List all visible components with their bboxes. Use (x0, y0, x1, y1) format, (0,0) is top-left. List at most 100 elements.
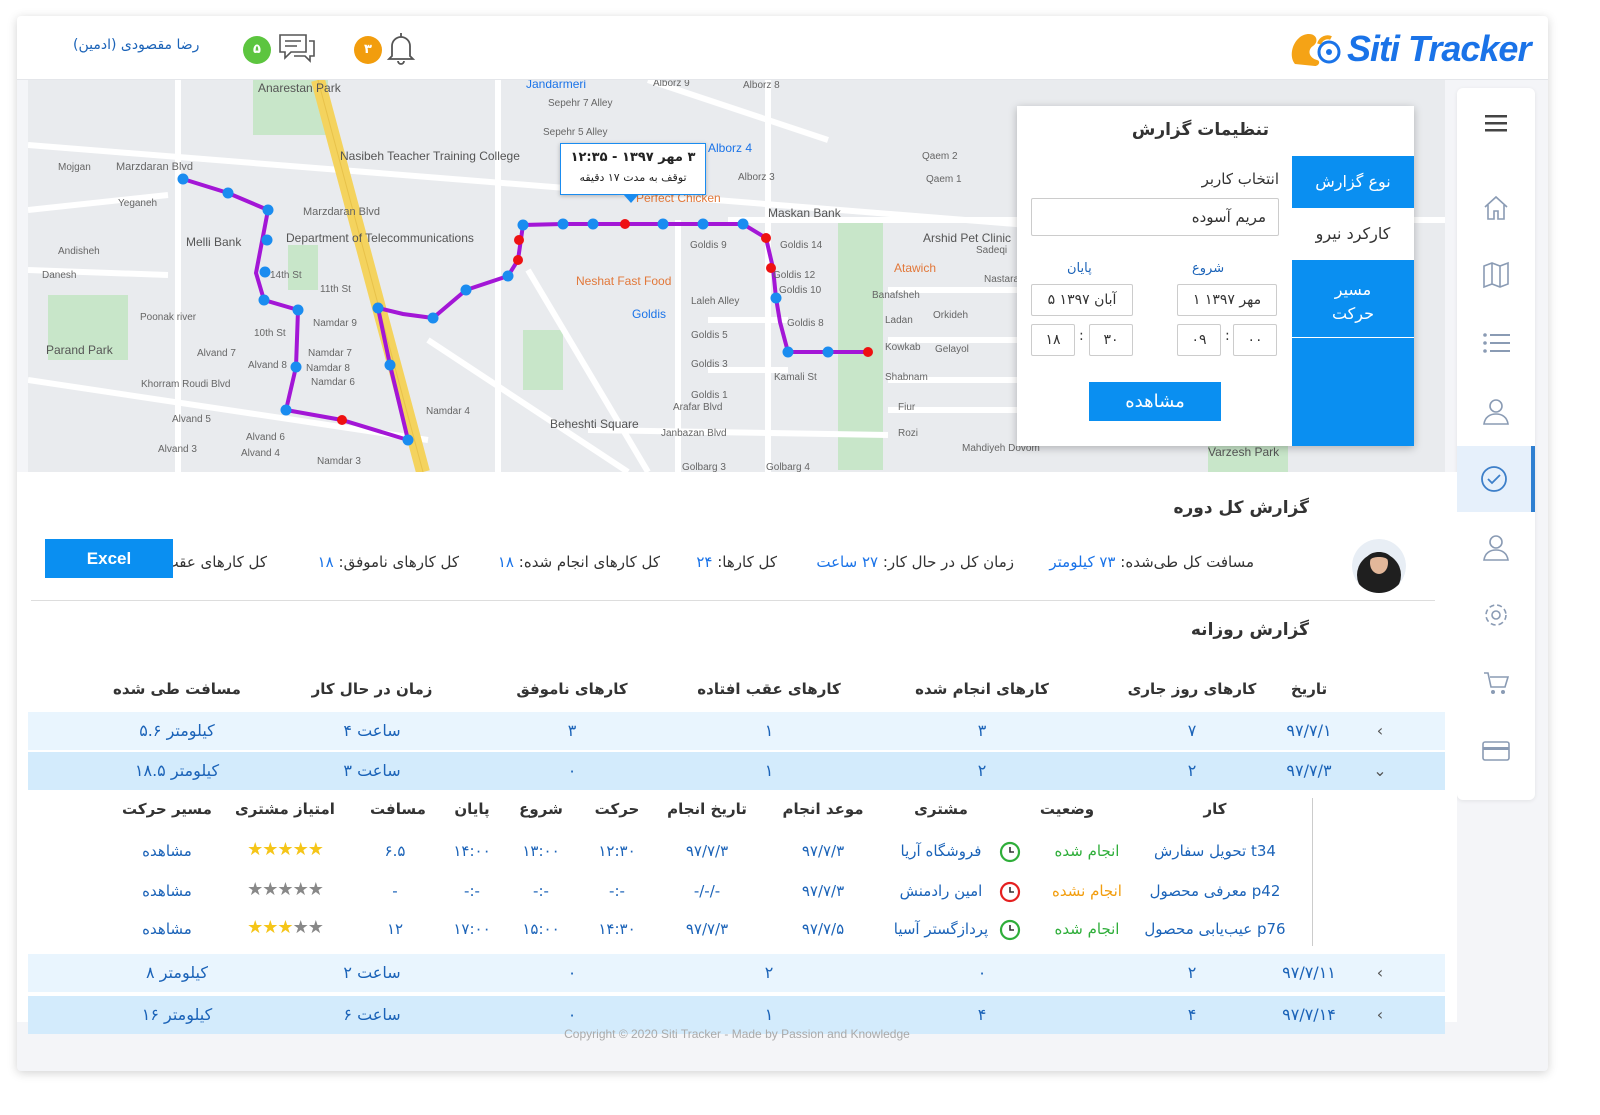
route-point[interactable] (280, 404, 292, 416)
user-icon[interactable] (1457, 378, 1535, 444)
detail-column-header: پایان (454, 800, 490, 818)
daily-column-header[interactable]: کارهای عقب افتاده (679, 680, 859, 698)
daily-column-header[interactable]: کارهای ناموفق (482, 680, 662, 698)
route-point[interactable] (557, 218, 569, 230)
excel-export-button[interactable]: Excel (45, 539, 173, 578)
map-street-label: Department of Telecommunications (286, 231, 474, 245)
map-icon[interactable] (1457, 242, 1535, 308)
stop-marker[interactable] (514, 235, 524, 245)
customer-name[interactable]: امین رادمنش (881, 882, 1001, 900)
route-point[interactable] (177, 173, 189, 185)
view-route-link[interactable]: مشاهده (117, 842, 217, 860)
map-street-label: Qaem 1 (926, 174, 962, 185)
route-point[interactable] (782, 346, 794, 358)
end-minute-field[interactable]: ۳۰ (1089, 324, 1133, 356)
task-name[interactable]: تحویل سفارش t34 (1130, 842, 1300, 860)
tab-workforce[interactable]: کارکرد نیرو (1292, 208, 1414, 260)
stop-marker[interactable] (620, 219, 630, 229)
route-point[interactable] (372, 302, 384, 314)
top-bar: رضا مقصودی (ادمین) ۵ ۳ Siti Tracker (17, 16, 1548, 80)
cart-icon[interactable] (1457, 650, 1535, 716)
check-circle-icon[interactable] (1457, 446, 1535, 512)
user-add-icon[interactable] (1457, 514, 1535, 580)
map-street-label: Goldis (632, 307, 666, 321)
route-point[interactable] (292, 304, 304, 316)
daily-row[interactable]: ‹ ۹۷/۷/۱ ۷ ۳ ۱ ۳ ۴ ساعت ۵.۶ کیلومتر (28, 712, 1445, 750)
messages-badge: ۵ (243, 36, 271, 64)
route-point[interactable] (290, 361, 302, 373)
end-hour-field[interactable]: ۱۸ (1031, 324, 1075, 356)
home-icon[interactable] (1457, 175, 1535, 241)
customer-name[interactable]: فروشگاه آریا (881, 842, 1001, 860)
route-point[interactable] (402, 434, 414, 446)
route-point[interactable] (737, 218, 749, 230)
stop-marker[interactable] (863, 347, 873, 357)
route-point[interactable] (657, 218, 669, 230)
map-street-label: Parand Park (46, 343, 114, 357)
end-date-field[interactable]: ۵ آبان ۱۳۹۷ (1031, 284, 1133, 316)
park-area (523, 330, 563, 390)
tab-movement-route[interactable]: مسیر حرکت (1292, 260, 1414, 338)
daily-column-header[interactable]: زمان در حال کار (282, 680, 462, 698)
route-point[interactable] (222, 187, 234, 199)
map-street-label: Banafsheh (872, 290, 920, 301)
route-point[interactable] (697, 218, 709, 230)
user-name[interactable]: رضا مقصودی (ادمین) (73, 37, 199, 53)
daily-cell: ۰ (567, 1005, 577, 1024)
daily-column-header[interactable]: کارهای روز جاری (1102, 680, 1282, 698)
done-date: ۹۷/۷/۳ (685, 920, 729, 938)
start-hour-field[interactable]: ۰۹ (1177, 324, 1221, 356)
user-select[interactable]: مریم آسوده (1031, 198, 1279, 236)
route-point[interactable] (261, 234, 273, 246)
stop-marker[interactable] (513, 255, 523, 265)
gear-icon[interactable] (1457, 582, 1535, 648)
route-point[interactable] (384, 359, 396, 371)
route-point[interactable] (517, 219, 529, 231)
daily-row[interactable]: ‹ ۹۷/۷/۱۱ ۲ ۰ ۲ ۰ ۲ ساعت ۸ کیلومتر (28, 954, 1445, 992)
daily-cell: ۴ (1187, 1005, 1197, 1024)
map-street-label: Melli Bank (186, 235, 242, 249)
route-point[interactable] (427, 312, 439, 324)
bell-icon[interactable] (385, 30, 417, 66)
detail-column-header: وضعیت (1039, 800, 1095, 818)
stop-marker[interactable] (761, 233, 771, 243)
route-point[interactable] (259, 266, 271, 278)
map-street-label: 11th St (320, 284, 351, 295)
route-point[interactable] (258, 294, 270, 306)
map-street-label: Alvand 3 (158, 444, 197, 455)
menu-icon[interactable] (1457, 90, 1535, 156)
daily-cell: ۰ (977, 963, 987, 982)
daily-column-header[interactable]: مسافت طی شده (87, 680, 267, 698)
view-route-link[interactable]: مشاهده (117, 882, 217, 900)
route-point[interactable] (460, 284, 472, 296)
route-point[interactable] (822, 346, 834, 358)
customer-name[interactable]: پردازگستر آسیا (881, 920, 1001, 938)
credit-card-icon[interactable] (1457, 718, 1535, 784)
task-name[interactable]: معرفی محصول p42 (1130, 882, 1300, 900)
map-street-label: Mojgan (58, 162, 91, 173)
map-street-label: Khorram Roudi Blvd (141, 379, 230, 390)
stop-marker[interactable] (337, 415, 347, 425)
map-street-label: Shabnam (885, 372, 928, 383)
squirrel-logo-icon (1291, 34, 1341, 66)
customer-rating: ★★★★★ (225, 917, 345, 938)
daily-row[interactable]: ⌄ ۹۷/۷/۳ ۲ ۲ ۱ ۰ ۳ ساعت ۱۸.۵ کیلومتر (28, 752, 1445, 790)
chat-icon[interactable] (277, 32, 317, 66)
stat-work-time: زمان کل در حال کار: ۲۷ ساعت (816, 553, 1014, 571)
star-icon: ★ (292, 917, 309, 938)
detail-column-header: امتیاز مشتری (235, 800, 335, 818)
map-street-label: Marzdaran Blvd (116, 161, 193, 173)
route-point[interactable] (262, 204, 274, 216)
start-date-field[interactable]: ۱ مهر ۱۳۹۷ (1177, 284, 1277, 316)
list-icon[interactable] (1457, 310, 1535, 376)
tab-report-type[interactable]: نوع گزارش (1292, 156, 1414, 208)
map-street-label: Alborz 4 (708, 141, 752, 155)
task-name[interactable]: عیب‌یابی محصول p76 (1130, 920, 1300, 938)
route-point[interactable] (587, 218, 599, 230)
view-report-button[interactable]: مشاهده (1089, 382, 1221, 421)
due-date: ۹۷/۷/۳ (801, 882, 845, 900)
view-route-link[interactable]: مشاهده (117, 920, 217, 938)
start-minute-field[interactable]: ۰۰ (1233, 324, 1277, 356)
daily-column-header[interactable]: کارهای انجام شده (892, 680, 1072, 698)
route-point[interactable] (502, 270, 514, 282)
